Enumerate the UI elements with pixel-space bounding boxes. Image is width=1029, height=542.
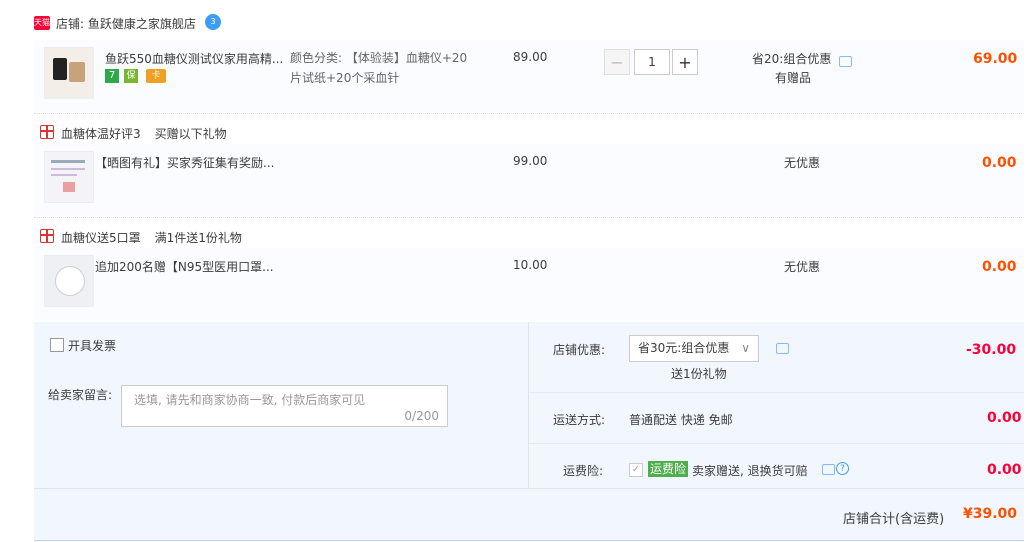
product-title[interactable]: 鱼跃550血糖仪测试仪家用高精... xyxy=(105,50,283,67)
insurance-label: 运费险: xyxy=(563,464,604,478)
invoice-checkbox[interactable] xyxy=(50,338,64,352)
comment-icon[interactable] xyxy=(839,56,852,67)
help-icon[interactable]: ? xyxy=(836,462,849,475)
product-sku: 颜色分类: 【体验装】血糖仪+20片试纸+20个采血针 xyxy=(290,51,468,85)
unit-price: 89.00 xyxy=(513,50,548,64)
message-label: 给卖家留言: xyxy=(48,388,113,402)
divider xyxy=(529,392,1024,393)
message-counter: 0/200 xyxy=(404,409,439,423)
gift-group-note: 满1件送1份礼物 xyxy=(154,231,242,245)
gift-group-note: 买赠以下礼物 xyxy=(154,127,227,141)
message-placeholder: 选填, 请先和商家协商一致, 付款后商家可见 xyxy=(134,393,366,407)
divider xyxy=(528,322,529,488)
gift-group-name: 血糖体温好评3 xyxy=(61,127,141,141)
promo-text: 省20:组合优惠 xyxy=(752,52,832,66)
insurance-amount: 0.00 xyxy=(987,462,1022,478)
gift-icon xyxy=(40,125,54,139)
product-image[interactable] xyxy=(44,47,94,99)
shop-total-label: 店铺合计(含运费) xyxy=(843,512,945,527)
divider xyxy=(34,488,1024,489)
gift-title[interactable]: 追加200名赠【N95型医用口罩... xyxy=(95,258,274,275)
comment-icon[interactable] xyxy=(822,464,835,475)
gift-promo: 无优惠 xyxy=(784,156,821,170)
gift-price: 10.00 xyxy=(513,258,548,272)
shop-name[interactable]: 店铺: 鱼跃健康之家旗舰店 xyxy=(56,15,196,32)
gift-total: 0.00 xyxy=(982,155,1017,171)
gift-icon xyxy=(40,229,54,243)
tmall-icon: 天猫 xyxy=(34,16,50,30)
gift-note: 有赠品 xyxy=(775,71,812,85)
gift-promo: 无优惠 xyxy=(784,260,821,274)
chevron-down-icon: ∨ xyxy=(741,341,750,355)
wangwang-chat-icon[interactable]: 3 xyxy=(205,14,221,30)
divider xyxy=(529,443,1024,444)
shop-discount-select[interactable]: 省30元:组合优惠 ∨ xyxy=(629,335,759,362)
gift-title[interactable]: 【晒图有礼】买家秀征集有奖励... xyxy=(95,154,274,171)
item-total: 69.00 xyxy=(973,51,1018,67)
insurance-tag: 运费险 xyxy=(648,461,689,477)
shipping-value: 普通配送 快递 免邮 xyxy=(629,413,733,427)
comment-icon[interactable] xyxy=(776,343,789,354)
guarantee-icon: 保 xyxy=(124,69,138,83)
shop-discount-label: 店铺优惠: xyxy=(553,343,606,357)
gift-group-title: 血糖体温好评3 买赠以下礼物 xyxy=(61,125,227,142)
gift-image[interactable] xyxy=(44,255,94,307)
quantity-increase-button[interactable]: + xyxy=(672,49,698,75)
gift-price: 99.00 xyxy=(513,154,548,168)
shop-header: 天猫 店铺: 鱼跃健康之家旗舰店 3 xyxy=(0,0,1029,40)
shipping-label: 运送方式: xyxy=(553,413,606,427)
shop-total-amount: ¥39.00 xyxy=(963,506,1018,522)
divider xyxy=(34,540,1024,541)
seven-day-return-icon: 7 xyxy=(105,69,119,83)
invoice-label[interactable]: 开具发票 xyxy=(68,337,116,354)
insurance-checkbox: ✓ xyxy=(629,463,643,477)
message-textarea[interactable]: 选填, 请先和商家协商一致, 付款后商家可见 0/200 xyxy=(121,385,448,427)
shop-discount-amount: -30.00 xyxy=(966,342,1017,358)
insurance-value: 卖家赠送, 退换货可赔 xyxy=(692,464,808,478)
gift-image[interactable] xyxy=(44,151,94,203)
gift-total: 0.00 xyxy=(982,259,1017,275)
gift-group-title: 血糖仪送5口罩 满1件送1份礼物 xyxy=(61,229,242,246)
quantity-decrease-button[interactable]: − xyxy=(604,49,630,75)
quantity-input[interactable]: 1 xyxy=(634,49,670,75)
credit-card-icon: 卡 xyxy=(146,69,166,83)
divider xyxy=(34,113,1024,115)
shop-discount-value: 省30元:组合优惠 xyxy=(638,341,730,355)
shop-discount-sub: 送1份礼物 xyxy=(671,367,727,381)
divider xyxy=(34,217,1024,219)
shipping-amount: 0.00 xyxy=(987,410,1022,426)
gift-group-name: 血糖仪送5口罩 xyxy=(61,231,141,245)
